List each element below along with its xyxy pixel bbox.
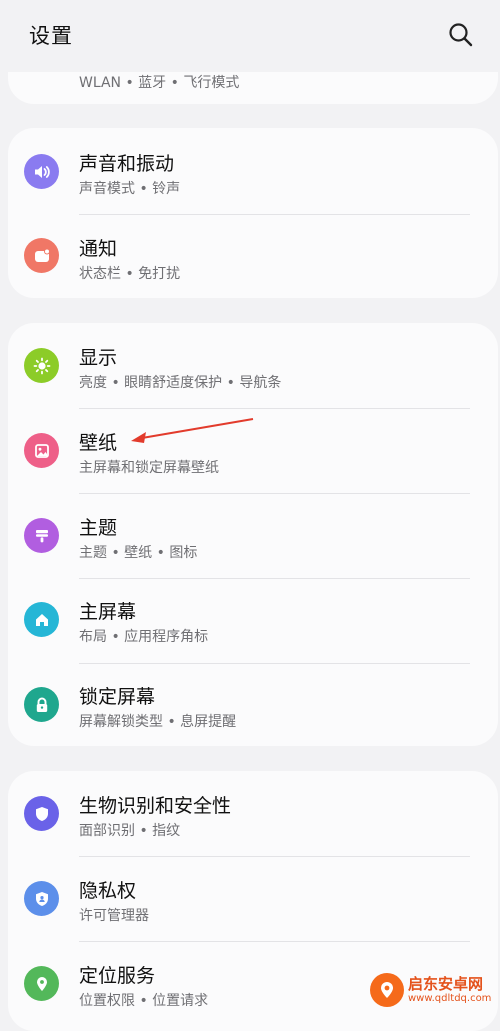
watermark: 启东安卓网 www.qdltdq.com <box>370 968 498 1012</box>
privacy-shield-icon <box>24 881 59 916</box>
row-title: 主屏幕 <box>79 601 137 623</box>
row-title: 定位服务 <box>79 965 156 987</box>
settings-group-2: 显示 亮度 • 眼睛舒适度保护 • 导航条 壁纸 主屏幕和锁定屏幕壁纸 主题 主… <box>8 323 498 746</box>
row-title: 锁定屏幕 <box>79 686 156 708</box>
theme-brush-icon <box>24 518 59 553</box>
row-title: 显示 <box>79 347 118 369</box>
row-title: 主题 <box>79 517 118 539</box>
row-subtitle: 布局 • 应用程序角标 <box>79 629 209 645</box>
watermark-url: www.qdltdq.com <box>408 992 492 1004</box>
settings-item-sound[interactable]: 声音和振动 声音模式 • 铃声 <box>8 128 498 213</box>
settings-item-notifications[interactable]: 通知 状态栏 • 免打扰 <box>8 213 498 298</box>
row-subtitle: 状态栏 • 免打扰 <box>79 266 181 282</box>
row-title: 壁纸 <box>79 432 118 454</box>
row-subtitle: 亮度 • 眼睛舒适度保护 • 导航条 <box>79 375 282 391</box>
notification-icon <box>24 238 59 273</box>
settings-item-lock-screen[interactable]: 锁定屏幕 屏幕解锁类型 • 息屏提醒 <box>8 663 498 748</box>
shield-icon <box>24 796 59 831</box>
row-subtitle: 位置权限 • 位置请求 <box>79 993 209 1009</box>
row-title: 声音和振动 <box>79 153 175 175</box>
brightness-icon <box>24 348 59 383</box>
row-subtitle: 声音模式 • 铃声 <box>79 181 181 197</box>
row-subtitle: 主屏幕和锁定屏幕壁纸 <box>79 460 219 476</box>
search-icon <box>449 23 473 47</box>
settings-group-1: 声音和振动 声音模式 • 铃声 通知 状态栏 • 免打扰 <box>8 128 498 298</box>
top-bar: 设置 <box>0 0 500 72</box>
home-icon <box>24 602 59 637</box>
row-subtitle: WLAN • 蓝牙 • 飞行模式 <box>79 75 240 91</box>
speaker-icon <box>24 154 59 189</box>
location-pin-icon <box>24 966 59 1001</box>
lock-icon <box>24 687 59 722</box>
row-title: 隐私权 <box>79 880 137 902</box>
settings-item-home-screen[interactable]: 主屏幕 布局 • 应用程序角标 <box>8 578 498 663</box>
watermark-logo-icon <box>370 973 404 1007</box>
watermark-name: 启东安卓网 <box>408 974 484 993</box>
search-button[interactable] <box>446 20 476 50</box>
row-subtitle: 面部识别 • 指纹 <box>79 823 181 839</box>
row-title: 生物识别和安全性 <box>79 795 232 817</box>
settings-item-biometrics-security[interactable]: 生物识别和安全性 面部识别 • 指纹 <box>8 771 498 856</box>
settings-item-themes[interactable]: 主题 主题 • 壁纸 • 图标 <box>8 493 498 578</box>
page-title: 设置 <box>29 24 73 48</box>
settings-item-privacy[interactable]: 隐私权 许可管理器 <box>8 856 498 941</box>
settings-item-wallpaper[interactable]: 壁纸 主屏幕和锁定屏幕壁纸 <box>8 408 498 493</box>
settings-item-display[interactable]: 显示 亮度 • 眼睛舒适度保护 • 导航条 <box>8 323 498 408</box>
row-subtitle: 屏幕解锁类型 • 息屏提醒 <box>79 714 237 730</box>
row-title: 通知 <box>79 238 118 260</box>
row-subtitle: 许可管理器 <box>79 908 149 924</box>
wallpaper-icon <box>24 433 59 468</box>
row-subtitle: 主题 • 壁纸 • 图标 <box>79 545 198 561</box>
